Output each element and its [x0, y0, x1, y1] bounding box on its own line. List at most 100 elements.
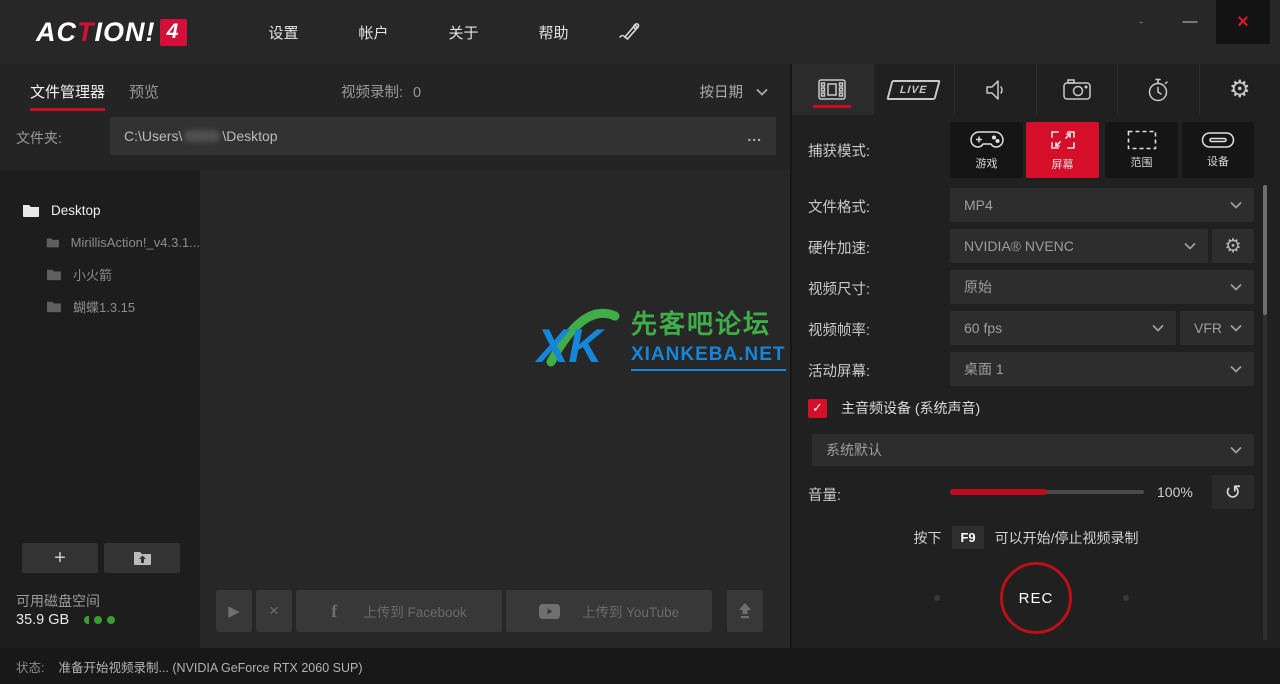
tab-file-manager[interactable]: 文件管理器 [30, 81, 106, 111]
tab-settings[interactable]: ⚙ [1200, 64, 1280, 115]
disk-usage-dot [107, 616, 116, 624]
tree-item-mirillis[interactable]: MirillisAction!_v4.3.1... [0, 226, 200, 258]
file-manager-panel: 文件管理器 预览 视频录制: 0 按日期 文件夹: C:\Users\ \Deskt… [0, 64, 790, 648]
browse-folder-button[interactable]: ... [747, 128, 762, 144]
upload-youtube-label: 上传到 YouTube [581, 605, 680, 620]
tree-item-xiaohuojian[interactable]: 小火箭 [0, 258, 200, 290]
mode-tabs: LIVE ⚙ [792, 64, 1280, 115]
chevron-down-icon [1230, 324, 1242, 332]
folder-path-input[interactable]: C:\Users\ \Desktop ... [110, 117, 776, 155]
decorative-dot [934, 595, 940, 601]
active-screen-select[interactable]: 桌面 1 [950, 352, 1254, 386]
logo-accent: T [77, 16, 95, 47]
folder-icon [46, 237, 59, 247]
menu-settings[interactable]: 设置 [239, 22, 329, 43]
video-size-value: 原始 [964, 279, 992, 295]
active-tab-underline [813, 105, 852, 108]
capture-mode-label: 捕获模式: [808, 144, 871, 160]
volume-slider-fill [950, 489, 1047, 495]
file-browser-body: Desktop MirillisAction!_v4.3.1... 小火箭 蝴蝶… [0, 170, 790, 648]
close-button[interactable]: × [1216, 0, 1270, 44]
hw-acceleration-select[interactable]: NVIDIA® NVENC [950, 229, 1208, 263]
tree-item-label: Desktop [51, 202, 101, 218]
chevron-down-icon [1230, 365, 1242, 373]
recordings-counter-value: 0 [413, 85, 422, 101]
capture-mode-screen[interactable]: 屏幕 [1026, 122, 1099, 178]
capture-mode-region[interactable]: 范围 [1105, 122, 1178, 178]
hw-acceleration-value: NVIDIA® NVENC [964, 238, 1074, 254]
sort-by-date-dropdown[interactable]: 按日期 [700, 81, 769, 102]
logo-text2: ION! [94, 16, 156, 47]
file-format-select[interactable]: MP4 [950, 188, 1254, 222]
logo-version-badge: 4 [159, 18, 187, 46]
rec-button[interactable]: REC [1000, 562, 1072, 634]
youtube-icon [538, 603, 560, 619]
menu-about[interactable]: 关于 [419, 22, 509, 43]
encoder-settings-button[interactable]: ⚙ [1212, 229, 1254, 263]
menu-help[interactable]: 帮助 [509, 22, 599, 43]
scrollbar-thumb[interactable] [1263, 185, 1267, 315]
main-menu: 设置 帐户 关于 帮助 [239, 22, 599, 43]
gamepad-icon [969, 131, 1004, 148]
watermark-site: XIANKEBA.NET [631, 344, 786, 371]
status-bar: 状态: 准备开始视频录制... (NVIDIA GeForce RTX 2060… [0, 648, 1280, 684]
panel-scrollbar[interactable] [1263, 185, 1267, 640]
video-size-label: 视频尺寸: [808, 282, 871, 298]
capture-mode-games[interactable]: 游戏 [950, 122, 1023, 178]
upload-facebook-label: 上传到 Facebook [363, 605, 467, 620]
camera-icon [1063, 79, 1091, 100]
framerate-label: 视频帧率: [808, 323, 871, 339]
capture-mode-label-device: 设备 [1207, 156, 1229, 168]
primary-audio-checkbox[interactable]: ✓ [808, 398, 827, 418]
import-folder-button[interactable] [104, 543, 180, 573]
minimize-button[interactable]: — [1164, 0, 1216, 44]
active-screen-label: 活动屏幕: [808, 364, 871, 380]
watermark-text-block: 先客吧论坛 XIANKEBA.NET [631, 304, 786, 371]
tab-live-streaming[interactable]: LIVE [874, 64, 955, 115]
upload-youtube-button[interactable]: 上传到 YouTube [506, 590, 712, 632]
vfr-select[interactable]: VFR [1180, 311, 1254, 345]
app-logo: AC T ION! 4 [36, 17, 187, 48]
audio-device-select[interactable]: 系统默认 [812, 434, 1254, 466]
path-suffix: \Desktop [222, 128, 278, 144]
folder-icon [47, 301, 61, 312]
path-prefix: C:\Users\ [124, 128, 183, 144]
watermark: XK 先客吧论坛 XIANKEBA.NET [535, 304, 786, 371]
draw-pen-icon[interactable] [617, 17, 643, 48]
recordings-counter: 视频录制: 0 [341, 81, 421, 102]
tray-icon[interactable]: - [1118, 0, 1164, 44]
play-button[interactable]: ▶ [216, 590, 252, 632]
volume-reset-button[interactable]: ↺ [1212, 475, 1254, 509]
volume-slider[interactable] [950, 489, 1144, 495]
capture-mode-device[interactable]: 设备 [1182, 122, 1254, 178]
tab-benchmark-timer[interactable] [1118, 64, 1200, 115]
delete-button[interactable]: × [256, 590, 292, 632]
export-button[interactable] [727, 590, 763, 632]
chevron-down-icon [1230, 201, 1242, 209]
window-controls: - — × [1118, 0, 1280, 64]
tab-screenshots[interactable] [1037, 64, 1118, 115]
recordings-list-area: XK 先客吧论坛 XIANKEBA.NET ▶ × f 上传到 Facebook [200, 170, 790, 648]
chevron-down-icon [1152, 324, 1164, 332]
status-label: 状态: [16, 660, 45, 675]
hotkey-key-badge: F9 [952, 526, 984, 549]
gear-icon: ⚙ [1224, 235, 1242, 257]
file-actions-toolbar: ▶ × f 上传到 Facebook 上传到 YouTube [200, 590, 790, 632]
framerate-select[interactable]: 60 fps [950, 311, 1176, 345]
tree-item-hudie[interactable]: 蝴蝶1.3.15 [0, 290, 200, 322]
tab-video-recording[interactable] [792, 64, 874, 115]
live-icon: LIVE [886, 79, 942, 100]
capture-mode-label-screen: 屏幕 [1051, 159, 1074, 171]
tree-item-desktop[interactable]: Desktop [0, 194, 200, 226]
chevron-down-icon [1184, 242, 1196, 250]
primary-audio-label: 主音频设备 (系统声音) [841, 400, 981, 416]
tab-preview[interactable]: 预览 [129, 81, 159, 102]
video-size-select[interactable]: 原始 [950, 270, 1254, 304]
upload-facebook-button[interactable]: f 上传到 Facebook [296, 590, 502, 632]
file-format-row: 文件格式: MP4 [792, 188, 1280, 222]
menu-account[interactable]: 帐户 [329, 22, 419, 43]
add-folder-button[interactable]: + [22, 543, 98, 573]
recording-settings-panel: LIVE ⚙ 捕获模式: 游戏 屏幕 范围 设备 文件格式: MP4 硬件加速:… [790, 64, 1280, 648]
disk-space-row: 35.9 GB [16, 612, 116, 628]
tab-audio-recording[interactable] [955, 64, 1037, 115]
